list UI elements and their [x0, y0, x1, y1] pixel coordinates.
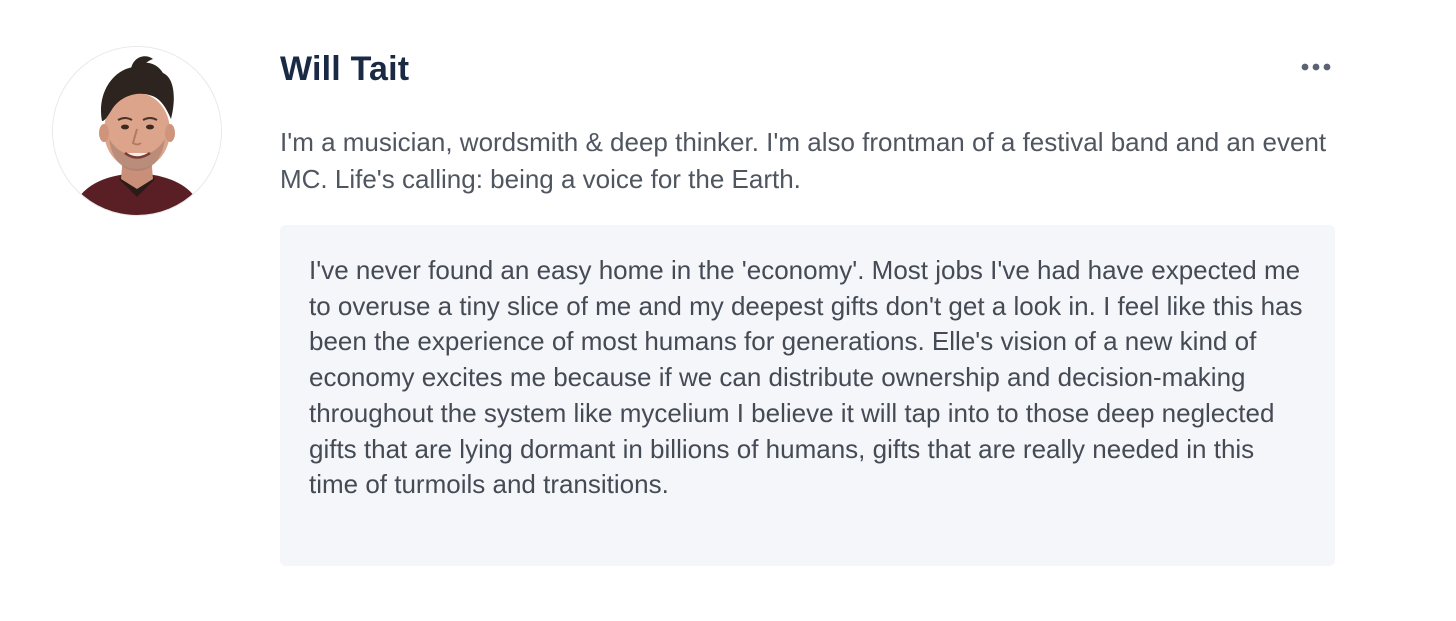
testimonial-box: I've never found an easy home in the 'ec… — [280, 225, 1335, 566]
testimonial-text: I've never found an easy home in the 'ec… — [309, 255, 1303, 500]
more-options-button[interactable] — [1296, 54, 1336, 80]
profile-name: Will Tait — [280, 50, 410, 88]
profile-card: Will Tait I'm a musician, wordsmith & de… — [0, 0, 1456, 621]
person-portrait-icon — [53, 47, 221, 215]
more-horizontal-icon — [1301, 63, 1331, 71]
profile-bio: I'm a musician, wordsmith & deep thinker… — [280, 127, 1327, 194]
avatar[interactable] — [52, 46, 222, 216]
